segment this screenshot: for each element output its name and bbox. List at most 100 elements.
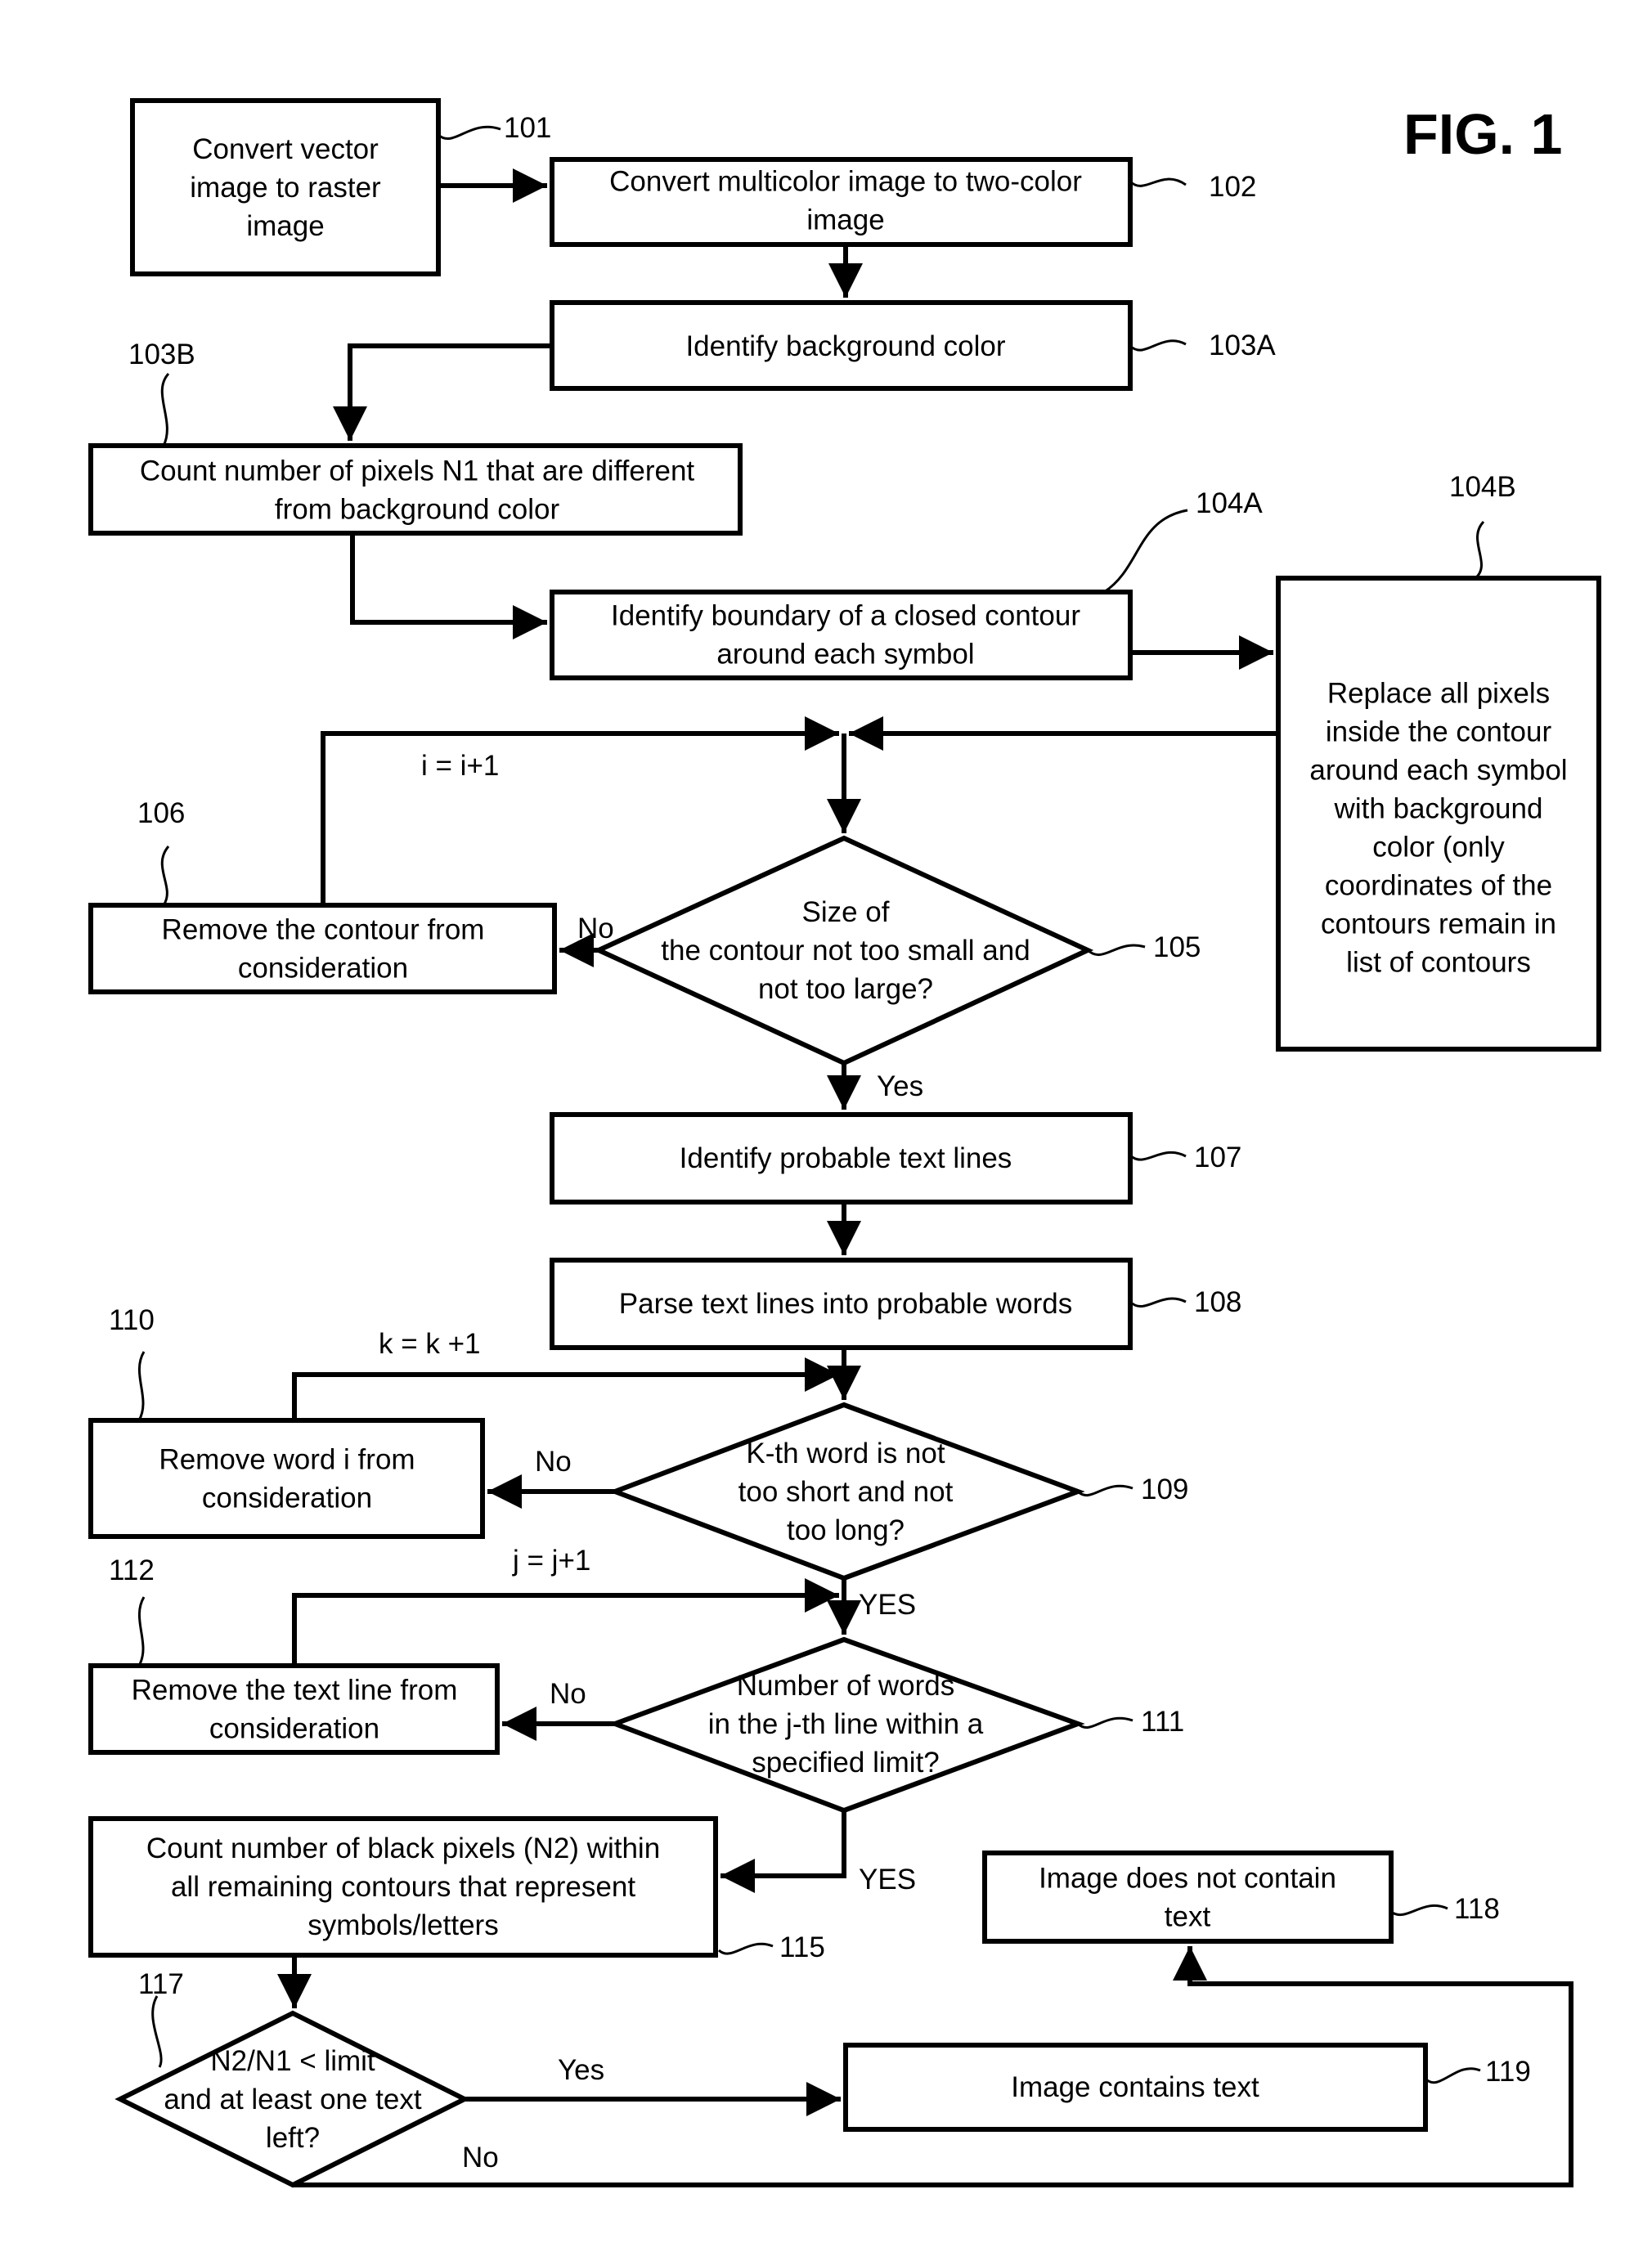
flowchart: FIG. 1 Convert vector image to raster imag… xyxy=(88,98,1601,2188)
label-109-no: No xyxy=(535,1446,572,1478)
ref-111: 111 xyxy=(1141,1706,1184,1738)
text-line: contours remain in xyxy=(1321,908,1556,940)
result-118: Image does not contain text xyxy=(982,1851,1394,1944)
leader-108 xyxy=(1129,1297,1187,1308)
leader-117 xyxy=(151,1995,163,2068)
text-line: Remove the text line from xyxy=(132,1675,458,1707)
step-115: Count number of black pixels (N2) within… xyxy=(88,1816,718,1958)
text-line: symbols/letters xyxy=(308,1909,498,1941)
figure-title: FIG. 1 xyxy=(1403,102,1562,166)
text-line: and at least one text xyxy=(164,2084,421,2115)
leader-103A xyxy=(1129,339,1187,352)
ref-108: 108 xyxy=(1194,1286,1241,1318)
text-line: Identify background color xyxy=(685,330,1005,362)
ref-103A: 103A xyxy=(1209,330,1276,361)
label-111-yes: YES xyxy=(859,1864,916,1895)
label-117-no: No xyxy=(462,2142,499,2174)
arrow-111-yes-to-115 xyxy=(721,1810,846,1893)
step-103B: Count number of pixels N1 that are diffe… xyxy=(88,443,743,536)
step-104B: Replace all pixels inside the contour arou… xyxy=(1276,576,1601,1052)
result-119-text: Image contains text xyxy=(1011,2071,1259,2103)
step-106: Remove the contour from consideration xyxy=(88,903,557,994)
leader-110 xyxy=(137,1351,146,1421)
text-line: with background xyxy=(1334,793,1543,825)
text-line: the contour not too small and xyxy=(661,935,1030,967)
text-line: Image does not contain xyxy=(1039,1863,1336,1895)
text-line: color (only xyxy=(1372,832,1505,864)
text-line: Remove the contour from xyxy=(162,914,485,946)
text-line: Replace all pixels xyxy=(1327,678,1550,710)
label-117-yes: Yes xyxy=(558,2054,604,2086)
text-line: Image contains text xyxy=(1011,2071,1259,2103)
text-line: from background color xyxy=(275,494,560,526)
text-line: Remove word i from xyxy=(159,1444,415,1476)
arrow-103B-to-104A xyxy=(350,533,547,639)
label-loop-i: i = i+1 xyxy=(421,750,499,782)
text-line: list of contours xyxy=(1346,947,1531,979)
decision-111: Number of words in the j-th line within a… xyxy=(608,1636,1085,1814)
text-line: consideration xyxy=(202,1483,372,1514)
text-line: text xyxy=(1165,1901,1211,1933)
text-line: Number of words xyxy=(737,1670,954,1702)
result-119: Image contains text xyxy=(843,2043,1428,2132)
text-line: all remaining contours that represent xyxy=(171,1871,635,1903)
leader-112 xyxy=(137,1596,146,1667)
leader-104B xyxy=(1474,520,1485,580)
text-line: image xyxy=(246,210,324,242)
ref-104A: 104A xyxy=(1196,487,1263,519)
leader-109 xyxy=(1076,1484,1134,1497)
ref-118: 118 xyxy=(1454,1893,1500,1925)
arrow-103A-to-103B xyxy=(333,343,552,441)
ref-104B: 104B xyxy=(1449,471,1516,503)
step-101: Convert vector image to raster image xyxy=(130,98,441,276)
text-line: Count number of pixels N1 that are diffe… xyxy=(140,455,695,487)
ref-119: 119 xyxy=(1485,2056,1531,2088)
label-109-yes: YES xyxy=(859,1589,916,1621)
ref-109: 109 xyxy=(1141,1474,1188,1505)
ref-110: 110 xyxy=(109,1304,155,1336)
text-line: too short and not xyxy=(738,1476,954,1508)
leader-111 xyxy=(1076,1716,1134,1729)
step-108: Parse text lines into probable words xyxy=(550,1258,1133,1350)
text-line: image xyxy=(806,204,884,236)
text-line: image to raster xyxy=(190,172,381,204)
ref-115: 115 xyxy=(779,1931,825,1963)
ref-102: 102 xyxy=(1209,171,1256,203)
text-line: coordinates of the xyxy=(1325,870,1552,902)
text-line: around each symbol xyxy=(716,639,974,671)
leader-107 xyxy=(1129,1151,1187,1161)
text-line: N2/N1 < limit xyxy=(210,2045,375,2077)
ref-103B: 103B xyxy=(128,339,195,370)
ref-105: 105 xyxy=(1153,931,1201,963)
text-line: Identify probable text lines xyxy=(680,1142,1012,1174)
ref-117: 117 xyxy=(138,1968,184,2000)
arrow-112-loop-j xyxy=(292,1578,839,1666)
leader-115 xyxy=(717,1942,774,1955)
step-110-box xyxy=(88,1418,485,1539)
text-line: too long? xyxy=(787,1514,905,1546)
leader-106 xyxy=(160,846,170,906)
text-line: consideration xyxy=(209,1713,379,1745)
text-line: specified limit? xyxy=(752,1747,940,1779)
leader-101 xyxy=(438,125,501,141)
text-line: left? xyxy=(266,2122,320,2154)
label-loop-j: j = j+1 xyxy=(512,1545,590,1577)
label-105-no: No xyxy=(577,913,614,944)
step-107-text: Identify probable text lines xyxy=(680,1142,1012,1174)
step-112: Remove the text line from consideration xyxy=(88,1663,500,1755)
leader-119 xyxy=(1424,2067,1481,2084)
text-line: not too large? xyxy=(758,973,933,1005)
decision-105: Size of the contour not too small and not … xyxy=(592,835,1094,1066)
ref-106: 106 xyxy=(137,797,185,829)
ref-101: 101 xyxy=(504,112,551,144)
text-line: consideration xyxy=(238,953,408,985)
label-105-yes: Yes xyxy=(877,1070,923,1102)
text-line: Convert multicolor image to two-color xyxy=(609,166,1082,198)
step-107: Identify probable text lines xyxy=(550,1112,1133,1205)
step-110: Remove word i from consideration xyxy=(88,1418,485,1539)
text-line: Parse text lines into probable words xyxy=(619,1288,1072,1320)
text-line: Identify boundary of a closed contour xyxy=(611,600,1080,632)
leader-118 xyxy=(1390,1904,1448,1917)
step-108-text: Parse text lines into probable words xyxy=(619,1288,1072,1320)
leader-104A xyxy=(1103,509,1188,594)
